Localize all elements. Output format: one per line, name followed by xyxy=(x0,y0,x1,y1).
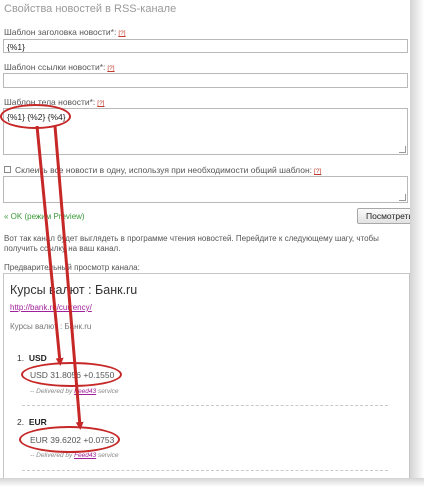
rss-properties-page: Свойства новостей в RSS-канале Шаблон за… xyxy=(0,0,424,487)
window-shadow-bottom xyxy=(0,478,424,487)
annotation-arrows xyxy=(35,125,84,430)
window-shadow-right xyxy=(410,0,424,487)
arrow-to-eur xyxy=(53,125,84,430)
